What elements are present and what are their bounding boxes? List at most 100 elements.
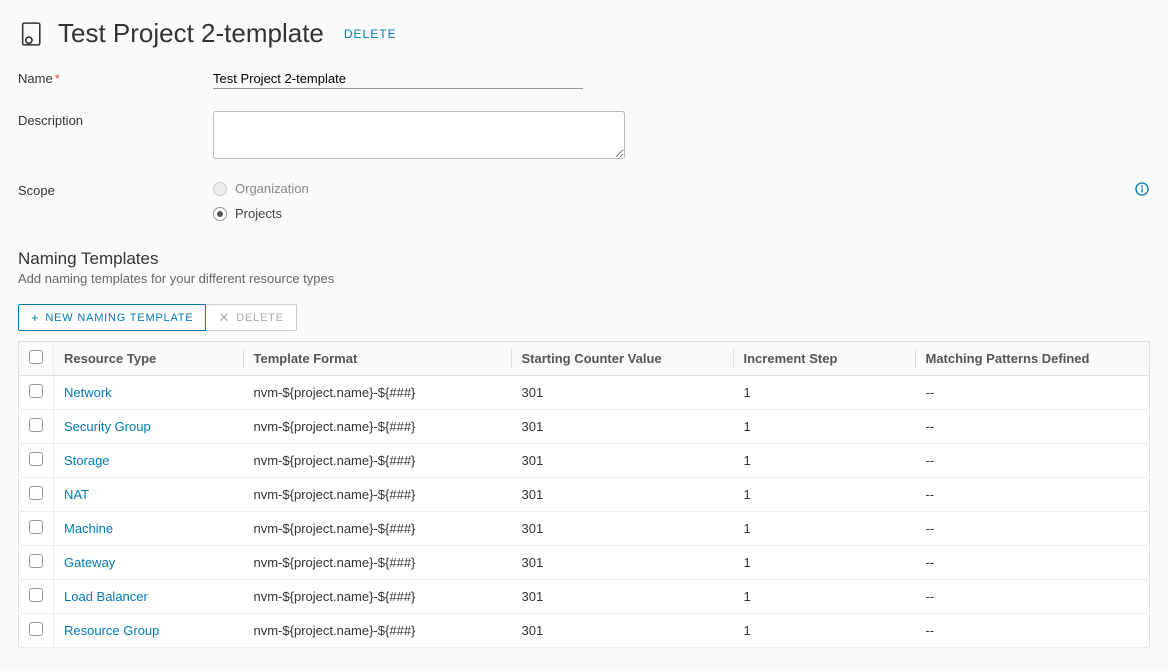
matching-patterns-cell: -- xyxy=(916,410,1150,444)
row-checkbox[interactable] xyxy=(29,520,43,534)
starting-counter-cell: 301 xyxy=(512,376,734,410)
select-all-header xyxy=(19,342,54,376)
new-naming-template-label: NEW NAMING TEMPLATE xyxy=(45,312,193,324)
col-matching-patterns[interactable]: Matching Patterns Defined xyxy=(916,342,1150,376)
row-checkbox[interactable] xyxy=(29,452,43,466)
col-template-format[interactable]: Template Format xyxy=(244,342,512,376)
radio-projects-label[interactable]: Projects xyxy=(235,206,282,221)
resource-type-cell[interactable]: Load Balancer xyxy=(54,580,244,614)
select-all-checkbox[interactable] xyxy=(29,350,43,364)
matching-patterns-cell: -- xyxy=(916,478,1150,512)
resource-type-cell[interactable]: Storage xyxy=(54,444,244,478)
template-format-cell: nvm-${project.name}-${###} xyxy=(244,478,512,512)
description-label: Description xyxy=(18,111,213,128)
resource-type-cell[interactable]: Machine xyxy=(54,512,244,546)
scope-projects-option[interactable]: Projects xyxy=(213,206,309,221)
page-header: Test Project 2-template DELETE xyxy=(18,18,1150,49)
scope-label: Scope xyxy=(18,181,213,198)
col-resource-type[interactable]: Resource Type xyxy=(54,342,244,376)
row-checkbox[interactable] xyxy=(29,622,43,636)
table-row: Security Groupnvm-${project.name}-${###}… xyxy=(19,410,1150,444)
starting-counter-cell: 301 xyxy=(512,614,734,648)
resource-type-cell[interactable]: Network xyxy=(54,376,244,410)
table-row: Resource Groupnvm-${project.name}-${###}… xyxy=(19,614,1150,648)
templates-table-wrap: Resource Type Template Format Starting C… xyxy=(18,341,1150,648)
row-checkbox[interactable] xyxy=(29,486,43,500)
name-label: Name* xyxy=(18,69,213,86)
starting-counter-cell: 301 xyxy=(512,444,734,478)
table-row: Gatewaynvm-${project.name}-${###}3011-- xyxy=(19,546,1150,580)
scope-radio-group: Organization Projects xyxy=(213,181,309,221)
row-checkbox-cell xyxy=(19,376,54,410)
col-starting-counter[interactable]: Starting Counter Value xyxy=(512,342,734,376)
starting-counter-cell: 301 xyxy=(512,410,734,444)
template-format-cell: nvm-${project.name}-${###} xyxy=(244,410,512,444)
increment-step-cell: 1 xyxy=(734,444,916,478)
plus-icon: + xyxy=(31,311,39,324)
increment-step-cell: 1 xyxy=(734,580,916,614)
resource-type-cell[interactable]: Security Group xyxy=(54,410,244,444)
table-row: NATnvm-${project.name}-${###}3011-- xyxy=(19,478,1150,512)
table-toolbar: + NEW NAMING TEMPLATE ✕ DELETE xyxy=(18,304,1150,331)
resource-type-cell[interactable]: Gateway xyxy=(54,546,244,580)
section-subtitle: Add naming templates for your different … xyxy=(18,271,1150,286)
table-header-row: Resource Type Template Format Starting C… xyxy=(19,342,1150,376)
starting-counter-cell: 301 xyxy=(512,478,734,512)
template-format-cell: nvm-${project.name}-${###} xyxy=(244,376,512,410)
name-label-text: Name xyxy=(18,71,53,86)
name-row: Name* xyxy=(18,69,1150,89)
delete-template-label: DELETE xyxy=(236,312,284,324)
close-icon: ✕ xyxy=(218,311,230,324)
name-input[interactable] xyxy=(213,69,583,89)
starting-counter-cell: 301 xyxy=(512,546,734,580)
matching-patterns-cell: -- xyxy=(916,444,1150,478)
increment-step-cell: 1 xyxy=(734,546,916,580)
table-row: Networknvm-${project.name}-${###}3011-- xyxy=(19,376,1150,410)
resource-type-cell[interactable]: NAT xyxy=(54,478,244,512)
row-checkbox[interactable] xyxy=(29,384,43,398)
scope-row: Scope Organization Projects xyxy=(18,181,1150,221)
template-format-cell: nvm-${project.name}-${###} xyxy=(244,444,512,478)
matching-patterns-cell: -- xyxy=(916,614,1150,648)
increment-step-cell: 1 xyxy=(734,376,916,410)
row-checkbox-cell xyxy=(19,478,54,512)
row-checkbox-cell xyxy=(19,512,54,546)
increment-step-cell: 1 xyxy=(734,478,916,512)
templates-table: Resource Type Template Format Starting C… xyxy=(18,342,1150,648)
table-row: Machinenvm-${project.name}-${###}3011-- xyxy=(19,512,1150,546)
row-checkbox-cell xyxy=(19,546,54,580)
radio-projects[interactable] xyxy=(213,207,227,221)
col-increment-step[interactable]: Increment Step xyxy=(734,342,916,376)
description-input[interactable] xyxy=(213,111,625,159)
delete-template-button: ✕ DELETE xyxy=(206,304,296,331)
increment-step-cell: 1 xyxy=(734,410,916,444)
row-checkbox[interactable] xyxy=(29,588,43,602)
template-icon xyxy=(18,20,46,48)
increment-step-cell: 1 xyxy=(734,614,916,648)
description-row: Description xyxy=(18,111,1150,159)
page-title: Test Project 2-template xyxy=(58,18,324,49)
matching-patterns-cell: -- xyxy=(916,580,1150,614)
table-row: Load Balancernvm-${project.name}-${###}3… xyxy=(19,580,1150,614)
increment-step-cell: 1 xyxy=(734,512,916,546)
section-title: Naming Templates xyxy=(18,249,1150,269)
template-format-cell: nvm-${project.name}-${###} xyxy=(244,580,512,614)
template-format-cell: nvm-${project.name}-${###} xyxy=(244,546,512,580)
row-checkbox[interactable] xyxy=(29,418,43,432)
row-checkbox-cell xyxy=(19,614,54,648)
table-row: Storagenvm-${project.name}-${###}3011-- xyxy=(19,444,1150,478)
scope-organization-option: Organization xyxy=(213,181,309,196)
radio-organization-label: Organization xyxy=(235,181,309,196)
radio-organization xyxy=(213,182,227,196)
new-naming-template-button[interactable]: + NEW NAMING TEMPLATE xyxy=(18,304,206,331)
delete-link[interactable]: DELETE xyxy=(344,27,397,41)
required-asterisk: * xyxy=(55,71,60,86)
row-checkbox[interactable] xyxy=(29,554,43,568)
template-format-cell: nvm-${project.name}-${###} xyxy=(244,512,512,546)
row-checkbox-cell xyxy=(19,410,54,444)
starting-counter-cell: 301 xyxy=(512,512,734,546)
starting-counter-cell: 301 xyxy=(512,580,734,614)
resource-type-cell[interactable]: Resource Group xyxy=(54,614,244,648)
scope-info-icon[interactable] xyxy=(760,181,1150,197)
matching-patterns-cell: -- xyxy=(916,512,1150,546)
